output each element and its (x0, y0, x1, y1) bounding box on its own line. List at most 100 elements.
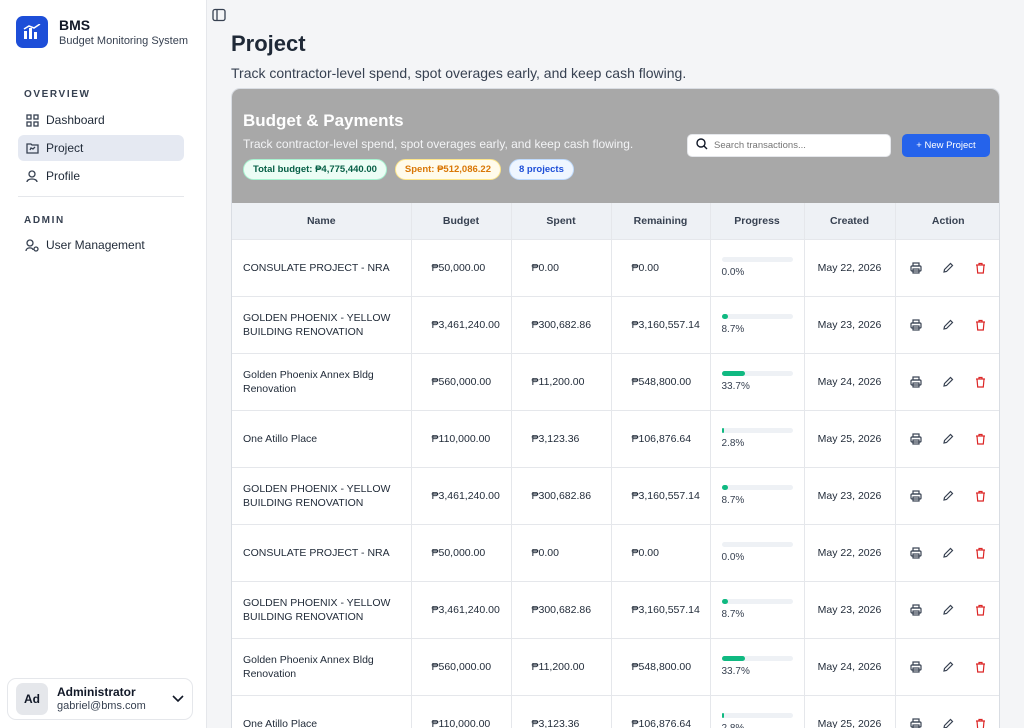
dashboard-icon (24, 112, 40, 128)
table-row[interactable]: CONSULATE PROJECT - NRA ₱50,000.00 ₱0.00 ₱0… (232, 524, 999, 582)
user-name: Administrator (57, 685, 136, 699)
sidebar-item-dashboard[interactable]: Dashboard (18, 107, 184, 133)
action-cell (895, 296, 999, 354)
progress-bar-fill (721, 428, 725, 433)
project-name: CONSULATE PROJECT - NRA (232, 524, 412, 582)
column-header-remaining[interactable]: Remaining (611, 203, 711, 240)
progress-cell: 2.8% (710, 695, 805, 728)
delete-icon[interactable] (973, 317, 989, 333)
print-icon[interactable] (908, 716, 924, 728)
created-date: May 24, 2026 (804, 638, 896, 696)
print-icon[interactable] (908, 431, 924, 447)
spent-value: ₱300,682.86 (511, 581, 612, 639)
edit-icon[interactable] (940, 659, 956, 675)
column-header-created[interactable]: Created (804, 203, 896, 240)
project-name: Golden Phoenix Annex Bldg Renovation (232, 638, 412, 696)
action-cell (895, 695, 999, 728)
print-icon[interactable] (908, 602, 924, 618)
delete-icon[interactable] (973, 659, 989, 675)
print-icon[interactable] (908, 260, 924, 276)
search-box[interactable] (687, 134, 891, 157)
remaining-value: ₱548,800.00 (611, 353, 711, 411)
column-header-spent[interactable]: Spent (511, 203, 612, 240)
project-name: Golden Phoenix Annex Bldg Renovation (232, 353, 412, 411)
spent-value: ₱300,682.86 (511, 296, 612, 354)
progress-cell: 8.7% (710, 296, 805, 354)
edit-icon[interactable] (940, 374, 956, 390)
section-label-admin: ADMIN (24, 215, 65, 226)
created-date: May 22, 2026 (804, 524, 896, 582)
column-header-budget[interactable]: Budget (411, 203, 512, 240)
sidebar-item-project[interactable]: Project (18, 135, 184, 161)
user-menu[interactable]: Ad Administrator gabriel@bms.com (7, 678, 193, 720)
project-name: GOLDEN PHOENIX - YELLOW BUILDING RENOVAT… (232, 296, 412, 354)
sidebar-item-label: Profile (46, 169, 81, 183)
edit-icon[interactable] (940, 431, 956, 447)
brand[interactable]: BMS Budget Monitoring System (16, 16, 188, 48)
table-row[interactable]: GOLDEN PHOENIX - YELLOW BUILDING RENOVAT… (232, 296, 999, 354)
sidebar-item-label: Dashboard (46, 113, 105, 127)
project-name: One Atillo Place (232, 410, 412, 468)
project-count-badge: 8 projects (508, 159, 574, 180)
table-row[interactable]: Golden Phoenix Annex Bldg Renovation ₱560… (232, 638, 999, 696)
brand-title: BMS (59, 17, 91, 33)
progress-cell: 2.8% (710, 410, 805, 468)
print-icon[interactable] (908, 659, 924, 675)
sidebar-item-label: Project (46, 141, 84, 155)
delete-icon[interactable] (973, 488, 989, 504)
remaining-value: ₱3,160,557.14 (611, 296, 711, 354)
remaining-value: ₱3,160,557.14 (611, 467, 711, 525)
panel-subtitle: Track contractor-level spend, spot overa… (243, 137, 634, 151)
table-row[interactable]: CONSULATE PROJECT - NRA ₱50,000.00 ₱0.00 ₱0… (232, 239, 999, 297)
sidebar-item-user-management[interactable]: User Management (18, 232, 184, 258)
progress-label: 0.0% (721, 552, 745, 563)
edit-icon[interactable] (940, 317, 956, 333)
chart-logo-icon (16, 16, 48, 48)
edit-icon[interactable] (940, 602, 956, 618)
print-icon[interactable] (908, 488, 924, 504)
print-icon[interactable] (908, 317, 924, 333)
table-row[interactable]: GOLDEN PHOENIX - YELLOW BUILDING RENOVAT… (232, 581, 999, 639)
sidebar-item-label: User Management (46, 238, 145, 252)
new-project-button[interactable]: + New Project (902, 134, 990, 157)
delete-icon[interactable] (973, 545, 989, 561)
table-row[interactable]: One Atillo Place ₱110,000.00 ₱3,123.36 ₱106… (232, 695, 999, 728)
search-input[interactable] (714, 140, 884, 151)
delete-icon[interactable] (973, 431, 989, 447)
chevron-down-icon[interactable] (172, 690, 184, 708)
edit-icon[interactable] (940, 545, 956, 561)
budget-value: ₱110,000.00 (411, 695, 512, 728)
delete-icon[interactable] (973, 260, 989, 276)
progress-cell: 33.7% (710, 638, 805, 696)
delete-icon[interactable] (973, 716, 989, 728)
progress-bar-fill (721, 371, 746, 376)
column-header-name[interactable]: Name (232, 203, 412, 240)
edit-icon[interactable] (940, 488, 956, 504)
remaining-value: ₱3,160,557.14 (611, 581, 711, 639)
print-icon[interactable] (908, 545, 924, 561)
table-row[interactable]: One Atillo Place ₱110,000.00 ₱3,123.36 ₱106… (232, 410, 999, 468)
progress-bar (721, 656, 793, 661)
edit-icon[interactable] (940, 716, 956, 728)
created-date: May 23, 2026 (804, 296, 896, 354)
delete-icon[interactable] (973, 374, 989, 390)
table-row[interactable]: GOLDEN PHOENIX - YELLOW BUILDING RENOVAT… (232, 467, 999, 525)
table-row[interactable]: Golden Phoenix Annex Bldg Renovation ₱560… (232, 353, 999, 411)
column-header-progress[interactable]: Progress (710, 203, 805, 240)
created-date: May 25, 2026 (804, 695, 896, 728)
delete-icon[interactable] (973, 602, 989, 618)
user-icon (24, 168, 40, 184)
budget-value: ₱3,461,240.00 (411, 581, 512, 639)
page-title: Project (231, 31, 306, 56)
created-date: May 24, 2026 (804, 353, 896, 411)
edit-icon[interactable] (940, 260, 956, 276)
spent-value: ₱0.00 (511, 524, 612, 582)
action-cell (895, 239, 999, 297)
progress-bar (721, 713, 793, 718)
sidebar-item-profile[interactable]: Profile (18, 163, 184, 189)
print-icon[interactable] (908, 374, 924, 390)
sidebar-toggle-icon[interactable] (212, 8, 226, 22)
progress-bar (721, 542, 793, 547)
spent-value: ₱3,123.36 (511, 410, 612, 468)
progress-bar (721, 428, 793, 433)
